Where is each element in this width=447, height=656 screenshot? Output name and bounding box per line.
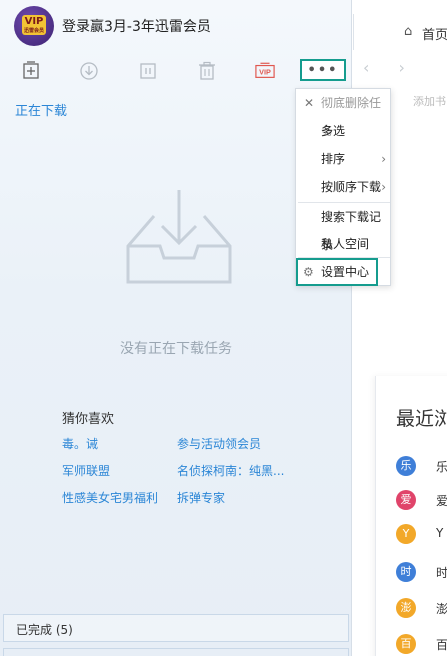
recommend-title: 猜你喜欢	[62, 412, 115, 427]
recommend-item[interactable]: 参与活动领会员	[177, 435, 261, 452]
nav-arrows: ‹ ›	[363, 58, 405, 77]
menu-item-download-in-order[interactable]: 按顺序下载 ›	[296, 173, 392, 201]
empty-message: 没有正在下载任务	[120, 341, 232, 357]
tab-home[interactable]: ⌂ 首页	[353, 14, 447, 50]
avatar[interactable]: VIP 迅雷会员	[14, 6, 54, 46]
tab-downloading[interactable]: 正在下载	[15, 100, 67, 119]
recommend-item[interactable]: 毒。诫	[62, 435, 98, 452]
recent-badge: 爱	[396, 490, 416, 510]
recent-item[interactable]: 乐	[436, 458, 447, 475]
vip-icon: VIP	[255, 62, 275, 78]
more-button[interactable]: •••	[300, 59, 346, 81]
vip-button[interactable]: VIP	[254, 60, 276, 82]
recent-item[interactable]: 时	[436, 564, 447, 581]
recommend-item[interactable]: 军师联盟	[62, 462, 110, 479]
download-circle-icon	[80, 62, 98, 80]
recent-item[interactable]: Y	[436, 526, 443, 540]
menu-item-multi-select[interactable]: 多选	[296, 117, 392, 145]
delete-button[interactable]	[196, 60, 218, 82]
recommend-item[interactable]: 性感美女宅男福利	[62, 489, 158, 506]
svg-text:VIP: VIP	[259, 68, 271, 77]
home-icon: ⌂	[404, 24, 413, 39]
pause-icon	[140, 63, 156, 79]
menu-item-search-records[interactable]: 搜索下载记录	[296, 203, 392, 252]
recent-item[interactable]: 澎	[436, 600, 447, 617]
new-task-button[interactable]	[20, 60, 42, 82]
empty-inbox-icon	[126, 190, 232, 284]
bottom-section[interactable]	[3, 648, 349, 656]
login-promo-link[interactable]: 登录赢3月-3年迅雷会员	[62, 16, 211, 36]
gear-icon: ⚙	[303, 265, 314, 279]
recent-item[interactable]: 爱	[436, 492, 447, 509]
chevron-right-icon: ›	[381, 152, 386, 166]
trash-icon	[199, 61, 215, 80]
recent-badge: 乐	[396, 456, 416, 476]
menu-item-private-space[interactable]: 私人空间	[296, 230, 392, 258]
menu-item-sort[interactable]: 排序 ›	[296, 145, 392, 173]
recommend-item[interactable]: 名侦探柯南：纯黑...	[177, 462, 284, 479]
address-bar[interactable]: 添加书	[413, 93, 446, 109]
vip-badge: VIP 迅雷会员	[22, 15, 46, 35]
close-icon: ✕	[304, 96, 315, 110]
back-icon[interactable]: ‹	[363, 58, 369, 77]
home-tab-label: 首页	[422, 28, 447, 43]
pause-button[interactable]	[137, 60, 159, 82]
header: VIP 迅雷会员 登录赢3月-3年迅雷会员	[0, 0, 352, 52]
chevron-right-icon: ›	[381, 180, 386, 194]
recent-badge: 时	[396, 562, 416, 582]
menu-item-delete-all[interactable]: ✕ 彻底删除任务	[296, 89, 392, 138]
recent-title: 最近浏	[396, 408, 447, 430]
plus-box-icon	[23, 61, 39, 79]
browser-tabbar: ⌂ 首页	[353, 14, 447, 50]
recent-badge: 澎	[396, 598, 416, 618]
menu-item-settings[interactable]: ⚙ 设置中心	[296, 258, 378, 286]
completed-section[interactable]: 已完成 (5)	[3, 614, 349, 642]
completed-label: 已完成 (5)	[16, 623, 73, 637]
recent-item[interactable]: 百	[436, 636, 447, 653]
recent-badge: 百	[396, 634, 416, 654]
start-button[interactable]	[78, 60, 100, 82]
more-menu: ✕ 彻底删除任务 多选 排序 › 按顺序下载 › 搜索下载记录 私人空间 ⚙ 设…	[295, 88, 391, 286]
recent-badge: Y	[396, 524, 416, 544]
recent-card: 最近浏 乐 乐 爱 爱 Y Y 时 时 澎 澎 百 百	[375, 376, 447, 656]
forward-icon[interactable]: ›	[399, 58, 405, 77]
recommend-item[interactable]: 拆弹专家	[177, 489, 225, 506]
